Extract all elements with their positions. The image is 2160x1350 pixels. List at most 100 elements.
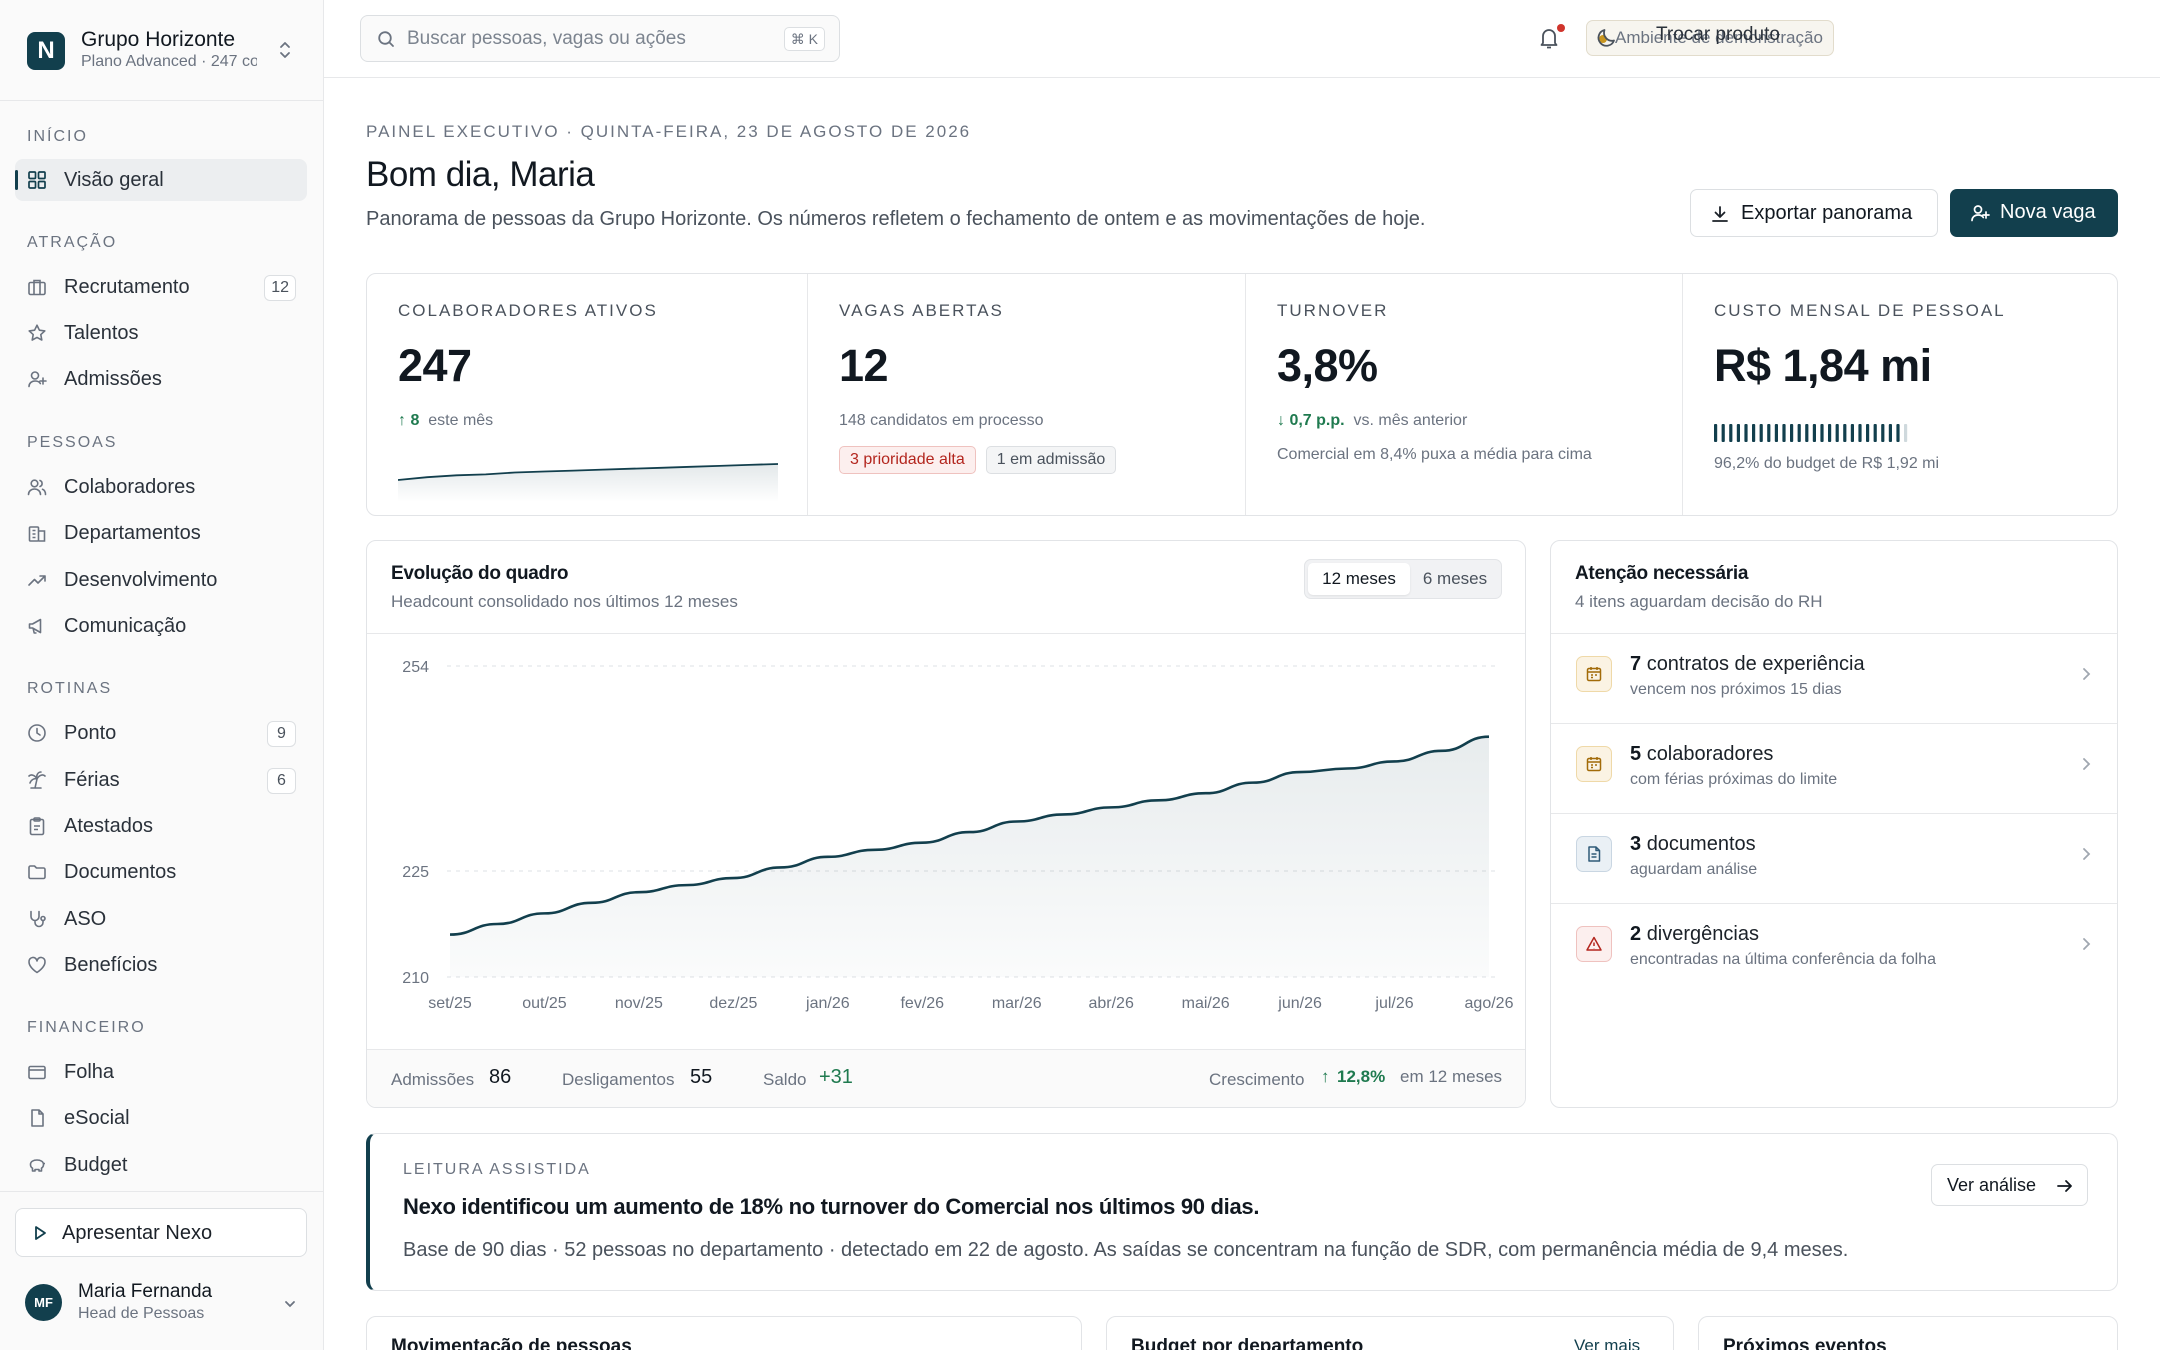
sidebar-item-ferias[interactable]: Férias 6 [15,759,307,801]
topbar: ⌘ K Ambiente de demonstração [324,0,2160,78]
nav-section-title: FINANCEIRO [27,1019,146,1036]
admission-tag: 1 em admissão [985,446,1117,474]
org-plan: Plano Advanced · 247 colaboradores [81,53,257,70]
sidebar-item-departamentos[interactable]: Departamentos [15,512,307,554]
kpi-payroll-cost[interactable]: CUSTO MENSAL DE PESSOAL R$ 1,84 mi 96,2%… [1682,274,2118,515]
budget-tick [1850,424,1854,442]
x-tick-label: dez/25 [709,995,757,1012]
range-6-months[interactable]: 6 meses [1412,563,1498,595]
nav-section-title: INÍCIO [27,128,88,145]
org-switcher[interactable]: N Grupo Horizonte Plano Advanced · 247 c… [0,0,323,101]
budget-tick [1812,424,1816,442]
search-input[interactable] [407,26,757,52]
switch-product-link[interactable]: Trocar produto [1656,24,1780,46]
budget-tick [1774,424,1778,442]
insight-eyebrow: LEITURA ASSISTIDA [403,1161,591,1178]
budget-tick [1858,424,1862,442]
sidebar-item-colaboradores[interactable]: Colaboradores [15,466,307,508]
grid-icon [27,170,47,190]
balance-value: +31 [819,1066,853,1088]
moon-icon[interactable] [1596,26,1618,50]
sidebar-item-talentos[interactable]: Talentos [15,312,307,354]
admissions-value: 86 [489,1066,512,1088]
sidebar-item-beneficios[interactable]: Benefícios [15,944,307,986]
nav-section-title: ROTINAS [27,680,113,697]
attention-item[interactable]: 3 documentos aguardam análise [1551,813,2117,903]
sidebar-item-folha[interactable]: Folha [15,1051,307,1093]
org-logo: N [27,32,65,70]
card-subtitle: 4 itens aguardam decisão do RH [1575,592,1823,611]
chart-footer: Admissões 86 Desligamentos 55 Saldo +31 … [367,1049,1525,1107]
x-tick-label: set/25 [428,995,472,1012]
chevron-right-icon [2079,936,2093,952]
budget-tick [1805,424,1809,442]
user-plus-icon [1970,203,1990,223]
kpi-note: Comercial em 8,4% puxa a média para cima [1277,446,1592,463]
search-icon [377,30,395,48]
new-job-button[interactable]: Nova vaga [1950,189,2118,237]
page-eyebrow: PAINEL EXECUTIVO · QUINTA-FEIRA, 23 DE A… [366,122,972,141]
kpi-active-employees[interactable]: COLABORADORES ATIVOS 247 ↑ 8 este mês [367,274,807,515]
attention-item[interactable]: 2 divergências encontradas na última con… [1551,903,2117,993]
megaphone-icon [27,616,47,636]
attention-subtitle: com férias próximas do limite [1630,771,1838,788]
piggy-icon [27,1155,47,1175]
org-name: Grupo Horizonte [81,28,236,51]
search-box[interactable]: ⌘ K [360,15,840,62]
present-nexo-button[interactable]: Apresentar Nexo [15,1208,307,1257]
sidebar-item-atestados[interactable]: Atestados [15,805,307,847]
kpi-turnover[interactable]: TURNOVER 3,8% ↓ 0,7 p.p. vs. mês anterio… [1245,274,1682,515]
view-analysis-button[interactable]: Ver análise [1931,1164,2088,1206]
x-tick-label: out/25 [522,995,567,1012]
attention-item[interactable]: 7 contratos de experiência vencem nos pr… [1551,633,2117,723]
growth-value: 12,8% [1337,1067,1386,1086]
budget-tick [1881,424,1885,442]
range-toggle: 12 meses 6 meses [1304,559,1502,599]
attention-subtitle: vencem nos próximos 15 dias [1630,681,1842,698]
sidebar-item-aso[interactable]: ASO [15,898,307,940]
kpi-delta: ↓ 0,7 p.p. vs. mês anterior [1277,412,1467,430]
insight-banner: LEITURA ASSISTIDA Nexo identificou um au… [366,1133,2118,1291]
sidebar-item-visao-geral[interactable]: Visão geral [15,159,307,201]
arrow-right-icon [2056,1178,2074,1194]
range-12-months[interactable]: 12 meses [1308,563,1410,595]
sidebar-item-comunicacao[interactable]: Comunicação [15,605,307,647]
user-plus-icon [27,369,47,389]
page-title: Bom dia, Maria [366,155,595,194]
sidebar-item-ponto[interactable]: Ponto 9 [15,712,307,754]
attention-label: colaboradores [1646,743,1774,765]
attention-title: 7 contratos de experiência [1630,653,1865,676]
user-menu[interactable]: MF Maria Fernanda Head de Pessoas [0,1272,323,1350]
x-tick-label: mar/26 [992,995,1042,1012]
kpi-label: CUSTO MENSAL DE PESSOAL [1714,301,2006,320]
sidebar-item-esocial[interactable]: eSocial [15,1097,307,1139]
priority-tag: 3 prioridade alta [839,446,976,474]
chevron-updown-icon[interactable] [276,39,294,61]
attention-item[interactable]: 5 colaboradores com férias próximas do l… [1551,723,2117,813]
user-name: Maria Fernanda [78,1281,213,1302]
kpi-delta-value: 8 [410,412,420,429]
exits-value: 55 [690,1066,713,1088]
clipboard-icon [27,816,47,836]
kpi-value: 12 [839,340,889,391]
heart-icon [27,955,47,975]
kpi-open-jobs[interactable]: VAGAS ABERTAS 12 148 candidatos em proce… [807,274,1245,515]
attention-label: documentos [1646,833,1756,855]
sidebar-item-desenvolvimento[interactable]: Desenvolvimento [15,559,307,601]
sidebar-item-label: Admissões [64,368,162,390]
sidebar-item-budget[interactable]: Budget [15,1144,307,1186]
y-tick-label: 225 [402,864,429,881]
sidebar-item-admissoes[interactable]: Admissões [15,358,307,400]
x-tick-label: nov/25 [615,995,663,1012]
budget-tick [1714,424,1718,442]
nav-section-title: PESSOAS [27,434,118,451]
x-tick-label: jul/26 [1374,995,1413,1012]
events-card-title: Próximos eventos [1723,1336,1887,1350]
budget-tick [1797,424,1801,442]
export-button[interactable]: Exportar panorama [1690,189,1938,237]
budget-card-link[interactable]: Ver mais [1574,1336,1640,1350]
chevron-right-icon [2079,846,2093,862]
sidebar-item-documentos[interactable]: Documentos [15,851,307,893]
sidebar-item-label: Talentos [64,322,139,344]
sidebar-item-recrutamento[interactable]: Recrutamento 12 [15,266,307,308]
